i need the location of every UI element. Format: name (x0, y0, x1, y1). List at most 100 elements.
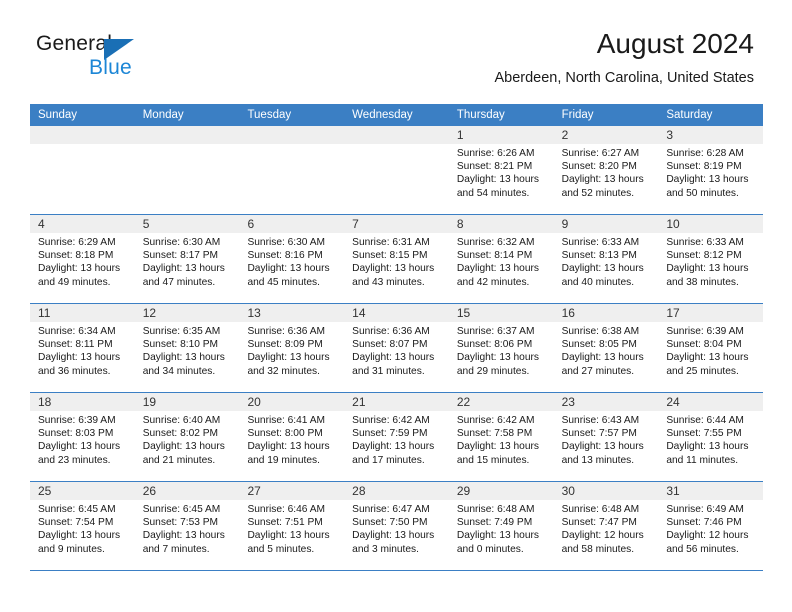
day-number: 19 (142, 395, 157, 409)
daylight-text-line1: Daylight: 13 hours (352, 441, 435, 453)
day-number: 20 (247, 395, 261, 409)
sunrise-text: Sunrise: 6:31 AM (352, 237, 430, 248)
daylight-text-line2: and 56 minutes. (666, 543, 739, 555)
sunrise-text: Sunrise: 6:42 AM (456, 415, 535, 426)
day-cell[interactable]: 19 Sunrise: 6:40 AM Sunset: 8:02 PM Dayligh… (134, 393, 240, 481)
sunset-text: Sunset: 8:15 PM (352, 250, 428, 262)
day-cell[interactable]: 13 Sunrise: 6:36 AM Sunset: 8:09 PM Dayligh… (239, 304, 345, 392)
day-number-band: 5 (134, 215, 240, 233)
day-number-band: 19 (134, 393, 240, 411)
calendar-week-row: 1 Sunrise: 6:26 AM Sunset: 8:21 PM Daylight… (30, 126, 764, 215)
day-number-band: 20 (239, 393, 345, 411)
daylight-text-line1: Daylight: 13 hours (142, 530, 225, 542)
day-details: Sunrise: 6:48 AM Sunset: 7:49 PM Daylight:… (449, 500, 554, 556)
daylight-text-line2: and 34 minutes. (142, 365, 216, 377)
day-details: Sunrise: 6:39 AM Sunset: 8:04 PM Daylight:… (658, 322, 763, 378)
page-header: General Blue August 2024 Aberdeen, North… (0, 0, 792, 100)
day-cell[interactable]: 4 Sunrise: 6:29 AM Sunset: 8:18 PM Daylight… (30, 215, 135, 303)
day-details: Sunrise: 6:30 AM Sunset: 8:17 PM Daylight:… (135, 233, 240, 289)
sunset-text: Sunset: 7:55 PM (666, 428, 742, 440)
sunset-text: Sunset: 8:12 PM (666, 250, 742, 262)
day-cell[interactable]: 30 Sunrise: 6:48 AM Sunset: 7:47 PM Dayligh… (553, 482, 659, 570)
day-number: 29 (456, 484, 471, 498)
day-details: Sunrise: 6:40 AM Sunset: 8:02 PM Daylight:… (135, 411, 240, 467)
daylight-text-line2: and 29 minutes. (456, 365, 530, 377)
daylight-text-line1: Daylight: 13 hours (352, 352, 435, 364)
weekday-header-sunday: Sunday (38, 109, 78, 121)
day-number: 17 (666, 306, 680, 320)
day-number: 8 (456, 217, 464, 231)
day-cell[interactable]: 24 Sunrise: 6:44 AM Sunset: 7:55 PM Dayligh… (658, 393, 764, 481)
sunrise-text: Sunrise: 6:47 AM (352, 504, 430, 515)
day-cell[interactable]: 31 Sunrise: 6:49 AM Sunset: 7:46 PM Dayligh… (658, 482, 764, 570)
day-number-band: 17 (658, 304, 764, 322)
calendar-week-row: 4 Sunrise: 6:29 AM Sunset: 8:18 PM Daylight… (30, 215, 764, 304)
daylight-text-line1: Daylight: 13 hours (666, 174, 749, 186)
day-cell[interactable]: 15 Sunrise: 6:37 AM Sunset: 8:06 PM Dayligh… (448, 304, 554, 392)
daylight-text-line1: Daylight: 13 hours (456, 530, 539, 542)
day-cell[interactable]: 9 Sunrise: 6:33 AM Sunset: 8:13 PM Daylight… (553, 215, 659, 303)
day-cell[interactable]: 11 Sunrise: 6:34 AM Sunset: 8:11 PM Dayligh… (30, 304, 135, 392)
day-cell[interactable]: 7 Sunrise: 6:31 AM Sunset: 8:15 PM Daylight… (344, 215, 449, 303)
day-cell[interactable]: 10 Sunrise: 6:33 AM Sunset: 8:12 PM Dayligh… (658, 215, 764, 303)
day-number-band (344, 126, 449, 144)
day-cell[interactable]: 28 Sunrise: 6:47 AM Sunset: 7:50 PM Dayligh… (344, 482, 449, 570)
day-cell-empty (30, 126, 135, 214)
day-details: Sunrise: 6:48 AM Sunset: 7:47 PM Daylight:… (554, 500, 659, 556)
daylight-text-line1: Daylight: 13 hours (247, 441, 330, 453)
day-details: Sunrise: 6:35 AM Sunset: 8:10 PM Daylight:… (135, 322, 240, 378)
daylight-text-line2: and 23 minutes. (38, 454, 111, 466)
day-cell[interactable]: 2 Sunrise: 6:27 AM Sunset: 8:20 PM Daylight… (553, 126, 659, 214)
sunset-text: Sunset: 8:14 PM (456, 250, 533, 262)
daylight-text-line2: and 47 minutes. (142, 276, 216, 288)
daylight-text-line2: and 9 minutes. (38, 543, 105, 555)
daylight-text-line1: Daylight: 13 hours (456, 174, 539, 186)
day-number: 13 (247, 306, 261, 320)
daylight-text-line2: and 25 minutes. (666, 365, 739, 377)
day-details: Sunrise: 6:28 AM Sunset: 8:19 PM Daylight:… (658, 144, 763, 200)
sunrise-text: Sunrise: 6:38 AM (561, 326, 640, 337)
day-cell[interactable]: 21 Sunrise: 6:42 AM Sunset: 7:59 PM Dayligh… (344, 393, 449, 481)
day-number-band: 2 (553, 126, 659, 144)
day-cell[interactable]: 6 Sunrise: 6:30 AM Sunset: 8:16 PM Daylight… (239, 215, 345, 303)
daylight-text-line1: Daylight: 13 hours (38, 352, 121, 364)
sunset-text: Sunset: 7:59 PM (352, 428, 428, 440)
day-cell[interactable]: 29 Sunrise: 6:48 AM Sunset: 7:49 PM Dayligh… (448, 482, 554, 570)
day-cell[interactable]: 8 Sunrise: 6:32 AM Sunset: 8:14 PM Daylight… (448, 215, 554, 303)
day-number: 22 (456, 395, 471, 409)
calendar-weeks: 1 Sunrise: 6:26 AM Sunset: 8:21 PM Daylight… (30, 126, 764, 571)
day-cell[interactable]: 27 Sunrise: 6:46 AM Sunset: 7:51 PM Dayligh… (239, 482, 345, 570)
day-details: Sunrise: 6:37 AM Sunset: 8:06 PM Daylight:… (449, 322, 554, 378)
sunset-text: Sunset: 8:20 PM (561, 161, 637, 173)
day-details: Sunrise: 6:36 AM Sunset: 8:09 PM Daylight:… (239, 322, 344, 378)
day-number-band: 28 (344, 482, 449, 500)
day-details: Sunrise: 6:26 AM Sunset: 8:21 PM Daylight:… (449, 144, 554, 200)
sunrise-text: Sunrise: 6:35 AM (142, 326, 221, 337)
day-cell[interactable]: 16 Sunrise: 6:38 AM Sunset: 8:05 PM Dayligh… (553, 304, 659, 392)
sunset-text: Sunset: 8:17 PM (142, 250, 219, 262)
logo-text-blue: Blue (89, 56, 132, 79)
day-cell[interactable]: 5 Sunrise: 6:30 AM Sunset: 8:17 PM Daylight… (134, 215, 240, 303)
sunset-text: Sunset: 8:09 PM (247, 339, 323, 351)
day-cell[interactable]: 14 Sunrise: 6:36 AM Sunset: 8:07 PM Dayligh… (344, 304, 449, 392)
day-cell[interactable]: 23 Sunrise: 6:43 AM Sunset: 7:57 PM Dayligh… (553, 393, 659, 481)
day-cell[interactable]: 1 Sunrise: 6:26 AM Sunset: 8:21 PM Daylight… (448, 126, 554, 214)
sunrise-text: Sunrise: 6:29 AM (38, 237, 116, 248)
day-cell[interactable]: 3 Sunrise: 6:28 AM Sunset: 8:19 PM Daylight… (658, 126, 764, 214)
sunset-text: Sunset: 8:21 PM (456, 161, 533, 173)
day-cell[interactable]: 26 Sunrise: 6:45 AM Sunset: 7:53 PM Dayligh… (134, 482, 240, 570)
daylight-text-line2: and 38 minutes. (666, 276, 739, 288)
sunrise-text: Sunrise: 6:42 AM (352, 415, 430, 426)
day-cell[interactable]: 12 Sunrise: 6:35 AM Sunset: 8:10 PM Dayligh… (134, 304, 240, 392)
daylight-text-line2: and 27 minutes. (561, 365, 635, 377)
day-number-band: 11 (30, 304, 135, 322)
day-cell[interactable]: 20 Sunrise: 6:41 AM Sunset: 8:00 PM Dayligh… (239, 393, 345, 481)
day-number-band: 6 (239, 215, 345, 233)
day-cell[interactable]: 25 Sunrise: 6:45 AM Sunset: 7:54 PM Dayligh… (30, 482, 135, 570)
sunrise-text: Sunrise: 6:43 AM (561, 415, 640, 426)
sunset-text: Sunset: 7:54 PM (38, 517, 114, 529)
sunrise-text: Sunrise: 6:49 AM (666, 504, 744, 515)
day-cell[interactable]: 17 Sunrise: 6:39 AM Sunset: 8:04 PM Dayligh… (658, 304, 764, 392)
day-cell[interactable]: 22 Sunrise: 6:42 AM Sunset: 7:58 PM Dayligh… (448, 393, 554, 481)
day-cell[interactable]: 18 Sunrise: 6:39 AM Sunset: 8:03 PM Dayligh… (30, 393, 135, 481)
